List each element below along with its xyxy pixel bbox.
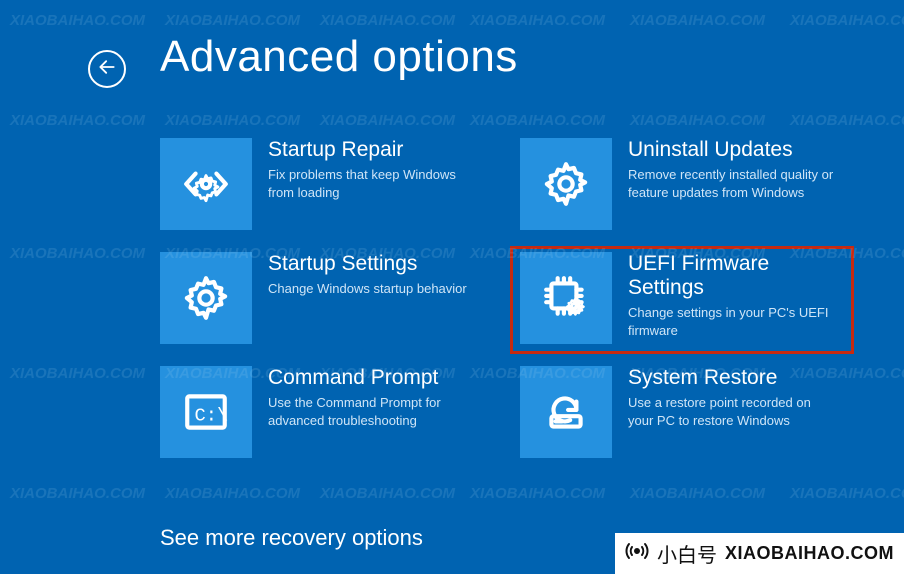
tile-desc: Use the Command Prompt for advanced trou… — [268, 394, 478, 429]
options-grid: Startup Repair Fix problems that keep Win… — [160, 138, 850, 458]
see-more-link[interactable]: See more recovery options — [160, 525, 423, 551]
tile-desc: Use a restore point recorded on your PC … — [628, 394, 838, 429]
tile-text: Uninstall Updates Remove recently install… — [628, 138, 838, 230]
tile-desc: Change settings in your PC's UEFI firmwa… — [628, 304, 838, 339]
tile-command-prompt[interactable]: C:\ Command Prompt Use the Command Prompt… — [160, 366, 490, 458]
back-button[interactable] — [88, 50, 126, 88]
badge-cn: 小白号 — [657, 539, 717, 568]
tile-text: Startup Settings Change Windows startup b… — [268, 252, 467, 344]
tile-text: UEFI Firmware Settings Change settings in… — [628, 252, 838, 344]
page-title: Advanced options — [160, 32, 518, 82]
tile-title: System Restore — [628, 366, 838, 390]
tile-system-restore[interactable]: System Restore Use a restore point record… — [520, 366, 850, 458]
terminal-icon: C:\ — [160, 366, 252, 458]
tile-startup-settings[interactable]: Startup Settings Change Windows startup b… — [160, 252, 490, 344]
gear-icon — [160, 252, 252, 344]
advanced-options-page: Advanced options Startup Repair Fix probl… — [0, 0, 904, 574]
tile-title: Command Prompt — [268, 366, 478, 390]
tile-desc: Remove recently installed quality or fea… — [628, 166, 838, 201]
chip-gear-icon — [520, 252, 612, 344]
tile-desc: Change Windows startup behavior — [268, 280, 467, 298]
broadcast-icon — [625, 539, 649, 568]
tile-text: Command Prompt Use the Command Prompt for… — [268, 366, 478, 458]
source-badge: 小白号 XIAOBAIHAO.COM — [615, 533, 904, 574]
tile-text: System Restore Use a restore point record… — [628, 366, 838, 458]
badge-en: XIAOBAIHAO.COM — [725, 543, 894, 564]
tile-title: Startup Repair — [268, 138, 478, 162]
code-gear-icon — [160, 138, 252, 230]
tile-uninstall-updates[interactable]: Uninstall Updates Remove recently install… — [520, 138, 850, 230]
tile-title: Uninstall Updates — [628, 138, 838, 162]
gear-icon — [520, 138, 612, 230]
back-arrow-icon — [97, 57, 117, 82]
restore-icon — [520, 366, 612, 458]
tile-uefi-firmware[interactable]: UEFI Firmware Settings Change settings in… — [520, 252, 850, 344]
tile-title: Startup Settings — [268, 252, 467, 276]
tile-desc: Fix problems that keep Windows from load… — [268, 166, 478, 201]
tile-text: Startup Repair Fix problems that keep Win… — [268, 138, 478, 230]
tile-title: UEFI Firmware Settings — [628, 252, 838, 300]
tile-startup-repair[interactable]: Startup Repair Fix problems that keep Win… — [160, 138, 490, 230]
svg-text:C:\: C:\ — [195, 404, 229, 426]
